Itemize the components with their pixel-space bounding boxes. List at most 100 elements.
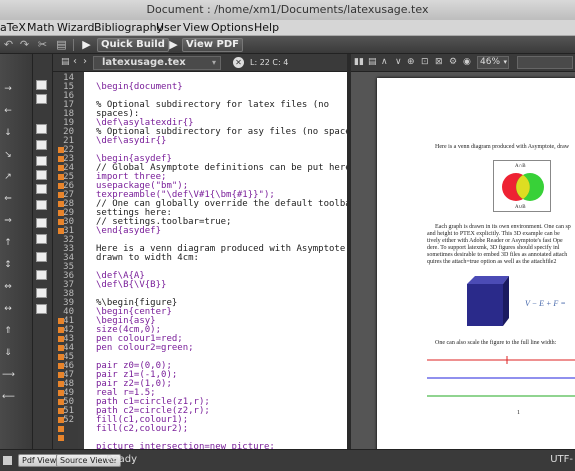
symbol-icon[interactable] bbox=[36, 288, 47, 298]
menu-latex[interactable]: aTeX bbox=[0, 21, 26, 34]
symbol-icon[interactable] bbox=[36, 156, 47, 166]
pdf-paragraph-line: dere. To support latexmk, 3D figures sho… bbox=[427, 245, 560, 251]
chevron-down-icon[interactable]: ▾ bbox=[503, 57, 507, 68]
fold-marker[interactable] bbox=[58, 345, 64, 351]
arrow-icon[interactable]: → bbox=[2, 84, 14, 95]
fold-marker[interactable] bbox=[58, 354, 64, 360]
menu-view[interactable]: View bbox=[183, 21, 209, 34]
cut-icon[interactable]: ✂ bbox=[36, 39, 49, 51]
tab-latexusage[interactable]: latexusage.tex ▾ bbox=[93, 56, 221, 70]
fold-marker[interactable] bbox=[58, 390, 64, 396]
fold-marker[interactable] bbox=[58, 174, 64, 180]
pdf-viewer[interactable]: Here is a venn diagram produced with Asy… bbox=[351, 72, 575, 458]
arrow-icon[interactable]: ↓ bbox=[2, 128, 14, 139]
arrow-icon[interactable]: ⟶ bbox=[2, 370, 15, 381]
arrow-icon[interactable]: ↕ bbox=[2, 260, 14, 271]
fold-marker[interactable] bbox=[58, 372, 64, 378]
symbol-icon[interactable] bbox=[36, 304, 47, 314]
fold-marker[interactable] bbox=[58, 156, 64, 162]
pdf-panel-icon[interactable]: ▮▮ bbox=[354, 57, 364, 67]
fold-marker[interactable] bbox=[58, 318, 64, 324]
fold-marker[interactable] bbox=[58, 183, 64, 189]
fold-marker[interactable] bbox=[58, 426, 64, 432]
view-run-icon[interactable]: ▶ bbox=[167, 39, 180, 51]
symbol-panel bbox=[33, 54, 53, 449]
fold-marker[interactable] bbox=[58, 399, 64, 405]
symbol-icon[interactable] bbox=[36, 124, 47, 134]
menu-math[interactable]: Math bbox=[27, 21, 55, 34]
menu-options[interactable]: Options bbox=[211, 21, 253, 34]
menu-bibliography[interactable]: Bibliography bbox=[94, 21, 163, 34]
fold-marker[interactable] bbox=[58, 336, 64, 342]
fold-marker[interactable] bbox=[58, 219, 64, 225]
line-number: 52 bbox=[63, 415, 74, 425]
fit-page-icon[interactable]: ⊡ bbox=[421, 57, 429, 67]
prev-tab-icon[interactable]: ‹ bbox=[73, 56, 77, 67]
status-text: Ready bbox=[106, 454, 138, 465]
document-list-icon[interactable]: ▤ bbox=[61, 57, 70, 67]
symbol-icon[interactable] bbox=[36, 80, 47, 90]
fold-marker[interactable] bbox=[58, 210, 64, 216]
arrow-icon[interactable]: ↑ bbox=[2, 238, 14, 249]
sidebar-toggle-icon[interactable]: ▤ bbox=[368, 57, 377, 67]
symbol-icon[interactable] bbox=[36, 252, 47, 262]
arrow-icon[interactable]: ⇑ bbox=[2, 326, 14, 337]
encoding-label[interactable]: UTF- bbox=[550, 454, 573, 465]
fold-marker[interactable] bbox=[58, 417, 64, 423]
symbol-icon[interactable] bbox=[36, 184, 47, 194]
menu-help[interactable]: Help bbox=[254, 21, 279, 34]
panel-icon[interactable] bbox=[3, 456, 12, 465]
arrow-icon[interactable]: ↔ bbox=[2, 304, 14, 315]
fold-marker[interactable] bbox=[58, 192, 64, 198]
arrow-icon[interactable]: ⟵ bbox=[2, 392, 15, 403]
quick-build-button[interactable]: Quick Build bbox=[97, 38, 169, 52]
paste-icon[interactable]: ▤ bbox=[55, 39, 68, 51]
symbol-icon[interactable] bbox=[36, 234, 47, 244]
next-tab-icon[interactable]: › bbox=[83, 56, 87, 67]
fold-marker[interactable] bbox=[58, 435, 64, 441]
fold-marker[interactable] bbox=[58, 165, 64, 171]
fold-marker[interactable] bbox=[58, 147, 64, 153]
fold-marker[interactable] bbox=[58, 228, 64, 234]
symbol-icon[interactable] bbox=[36, 218, 47, 228]
view-pdf-button[interactable]: View PDF bbox=[182, 38, 243, 52]
arrow-icon[interactable]: ↘ bbox=[2, 150, 14, 161]
fold-marker[interactable] bbox=[58, 327, 64, 333]
undo-icon[interactable]: ↶ bbox=[2, 39, 15, 51]
run-icon[interactable]: ▶ bbox=[80, 39, 93, 51]
pdf-text: Here is a venn diagram produced with Asy… bbox=[435, 144, 570, 150]
zoom-in-icon[interactable]: ⊕ bbox=[407, 57, 415, 67]
fold-marker[interactable] bbox=[58, 381, 64, 387]
arrow-icon[interactable]: ← bbox=[2, 106, 14, 117]
view-icon[interactable]: ◉ bbox=[463, 57, 471, 67]
symbol-icon[interactable] bbox=[36, 94, 47, 104]
chevron-down-icon[interactable]: ▾ bbox=[212, 57, 216, 69]
symbol-icon[interactable] bbox=[36, 270, 47, 280]
fold-marker[interactable] bbox=[58, 408, 64, 414]
menu-user[interactable]: User bbox=[156, 21, 181, 34]
arrow-icon[interactable]: ↗ bbox=[2, 172, 14, 183]
pdf-paragraph-line: tively either with Adobe Reader or Asymp… bbox=[427, 238, 563, 244]
symbol-icon[interactable] bbox=[36, 140, 47, 150]
status-bar: Pdf Viewer Source Viewer Ready UTF- bbox=[0, 449, 575, 471]
menu-wizard[interactable]: Wizard bbox=[57, 21, 95, 34]
fit-width-icon[interactable]: ⊠ bbox=[435, 57, 443, 67]
redo-icon[interactable]: ↷ bbox=[18, 39, 31, 51]
chevron-up-icon[interactable]: ∧ bbox=[381, 57, 388, 67]
settings-icon[interactable]: ⚙ bbox=[449, 57, 457, 67]
zoom-select[interactable]: 46% ▾ bbox=[477, 56, 509, 69]
symbol-icon[interactable] bbox=[36, 200, 47, 210]
code-editor[interactable]: \begin{document}% Optional subdirectory … bbox=[84, 72, 347, 449]
toolbar: ↶ ↷ ✂ ▤ ▶ Quick Build ▶ View PDF bbox=[0, 36, 575, 54]
arrow-icon[interactable]: ⇓ bbox=[2, 348, 14, 359]
arrow-icon[interactable]: ⇐ bbox=[2, 194, 14, 205]
pdf-search-input[interactable] bbox=[517, 56, 573, 69]
close-tab-icon[interactable]: ✕ bbox=[233, 57, 244, 68]
symbol-icon[interactable] bbox=[36, 170, 47, 180]
fold-marker[interactable] bbox=[58, 363, 64, 369]
chevron-down-icon[interactable]: ∨ bbox=[395, 57, 402, 67]
arrow-icon[interactable]: ⇔ bbox=[2, 282, 14, 293]
venn-diagram: A∩B A∪B bbox=[493, 160, 551, 212]
fold-marker[interactable] bbox=[58, 201, 64, 207]
arrow-icon[interactable]: ⇒ bbox=[2, 216, 14, 227]
